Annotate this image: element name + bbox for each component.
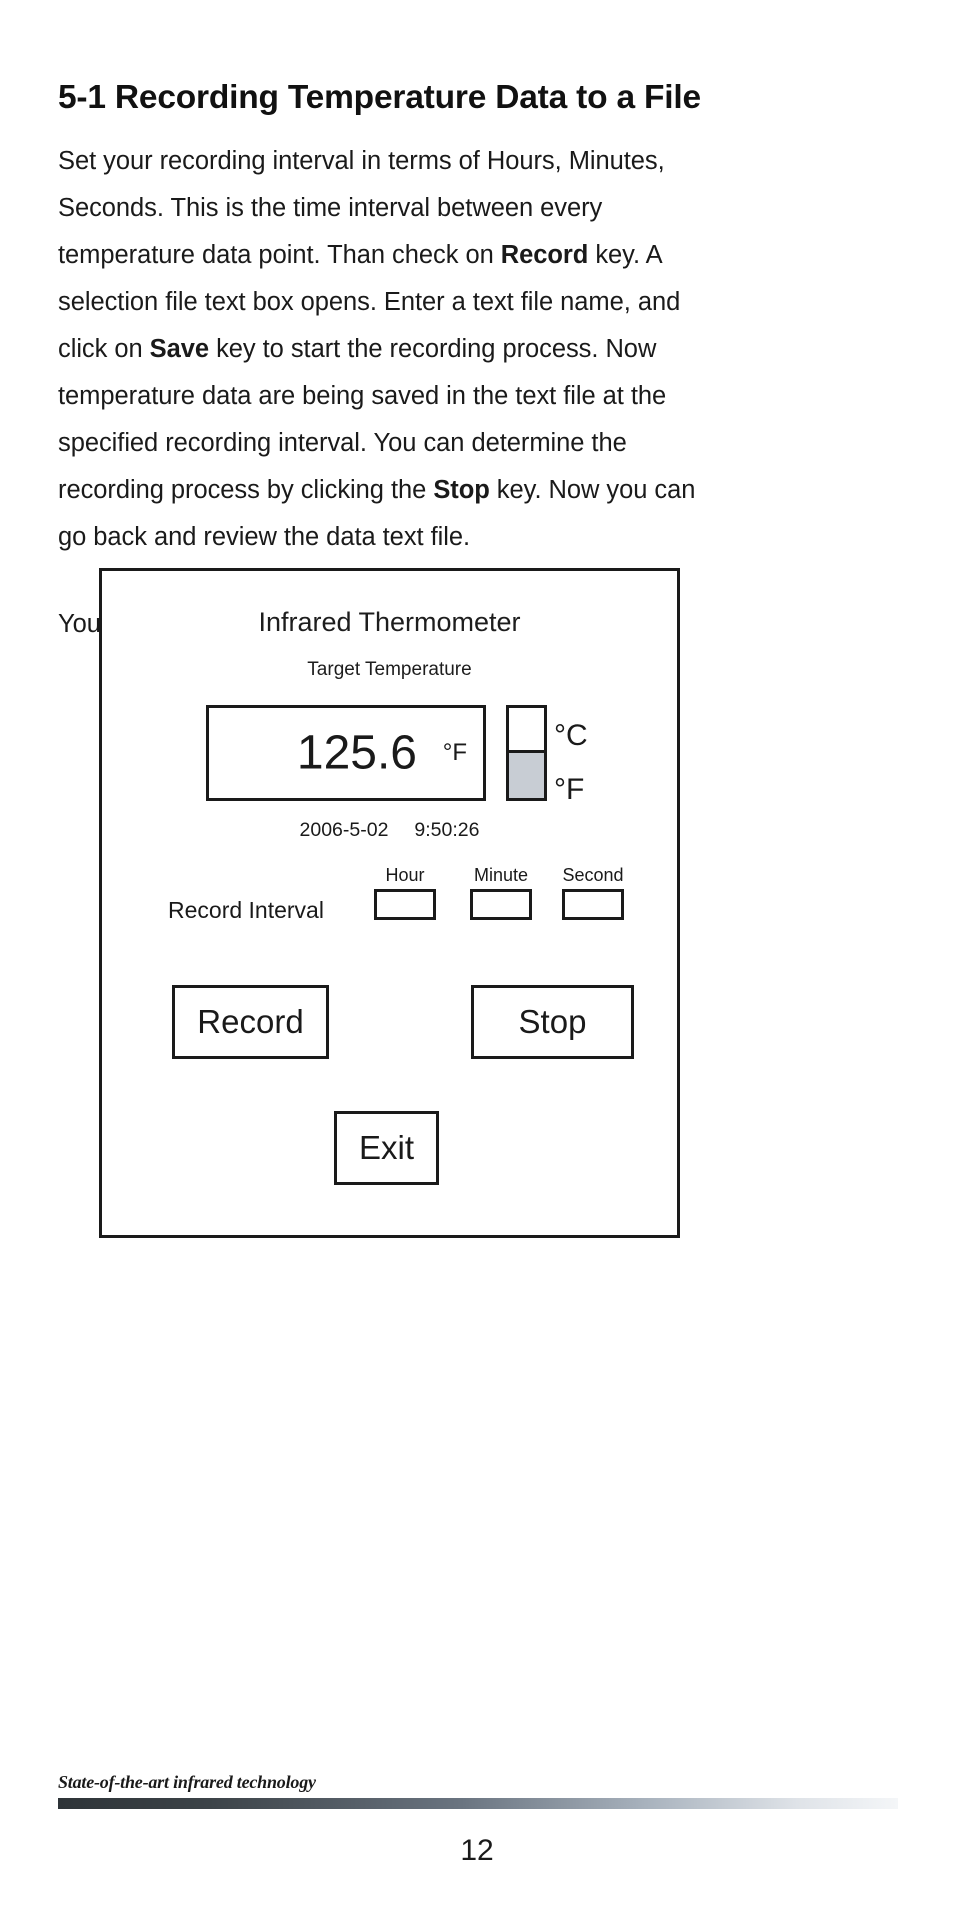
temperature-readout-row: 125.6 °F °C °F bbox=[102, 705, 683, 807]
target-temperature-label: Target Temperature bbox=[307, 659, 472, 680]
record-interval-label: Record Interval bbox=[168, 897, 324, 923]
footer-tagline: State-of-the-art infrared technology bbox=[58, 1772, 316, 1792]
interval-field-minute-caption: Minute bbox=[473, 865, 529, 885]
stop-button[interactable]: Stop bbox=[471, 985, 634, 1059]
body-paragraph-1: Set your recording interval in terms of … bbox=[58, 146, 696, 551]
minute-input[interactable] bbox=[470, 889, 532, 920]
interval-field-second-caption: Second bbox=[562, 865, 624, 885]
temperature-unit: °F bbox=[442, 739, 467, 766]
page-title: 5-1 Recording Temperature Data to a File bbox=[58, 79, 701, 117]
interval-field-minute: Minute bbox=[468, 865, 534, 920]
interval-field-hour-caption: Hour bbox=[385, 865, 425, 885]
hour-input[interactable] bbox=[374, 889, 436, 920]
unit-toggle-celsius-cell[interactable] bbox=[509, 708, 544, 753]
temperature-value: 125.6 bbox=[296, 726, 417, 780]
page-number: 12 bbox=[460, 1834, 494, 1867]
unit-toggle-celsius-label[interactable]: °C bbox=[554, 719, 588, 753]
thermometer-app-window: Infrared Thermometer Target Temperature … bbox=[99, 568, 680, 1238]
unit-toggle-fahrenheit-label[interactable]: °F bbox=[554, 773, 584, 807]
app-window-title: Infrared Thermometer bbox=[258, 607, 521, 637]
timestamp-date: 2006-5-02 bbox=[299, 819, 389, 841]
document-page: 5-1 Recording Temperature Data to a File… bbox=[0, 0, 954, 1908]
timestamp: 2006-5-02 9:50:26 bbox=[102, 819, 677, 842]
unit-toggle-fahrenheit-cell[interactable] bbox=[509, 753, 544, 798]
second-input[interactable] bbox=[562, 889, 624, 920]
interval-field-second: Second bbox=[560, 865, 626, 920]
temperature-display: 125.6 °F bbox=[206, 705, 486, 801]
timestamp-time: 9:50:26 bbox=[414, 819, 480, 841]
record-button[interactable]: Record bbox=[172, 985, 329, 1059]
footer-gradient-bar bbox=[58, 1798, 898, 1809]
exit-button[interactable]: Exit bbox=[334, 1111, 439, 1185]
interval-field-hour: Hour bbox=[372, 865, 438, 920]
record-interval-fields: Hour Minute Second bbox=[372, 865, 662, 927]
unit-toggle[interactable] bbox=[506, 705, 547, 801]
